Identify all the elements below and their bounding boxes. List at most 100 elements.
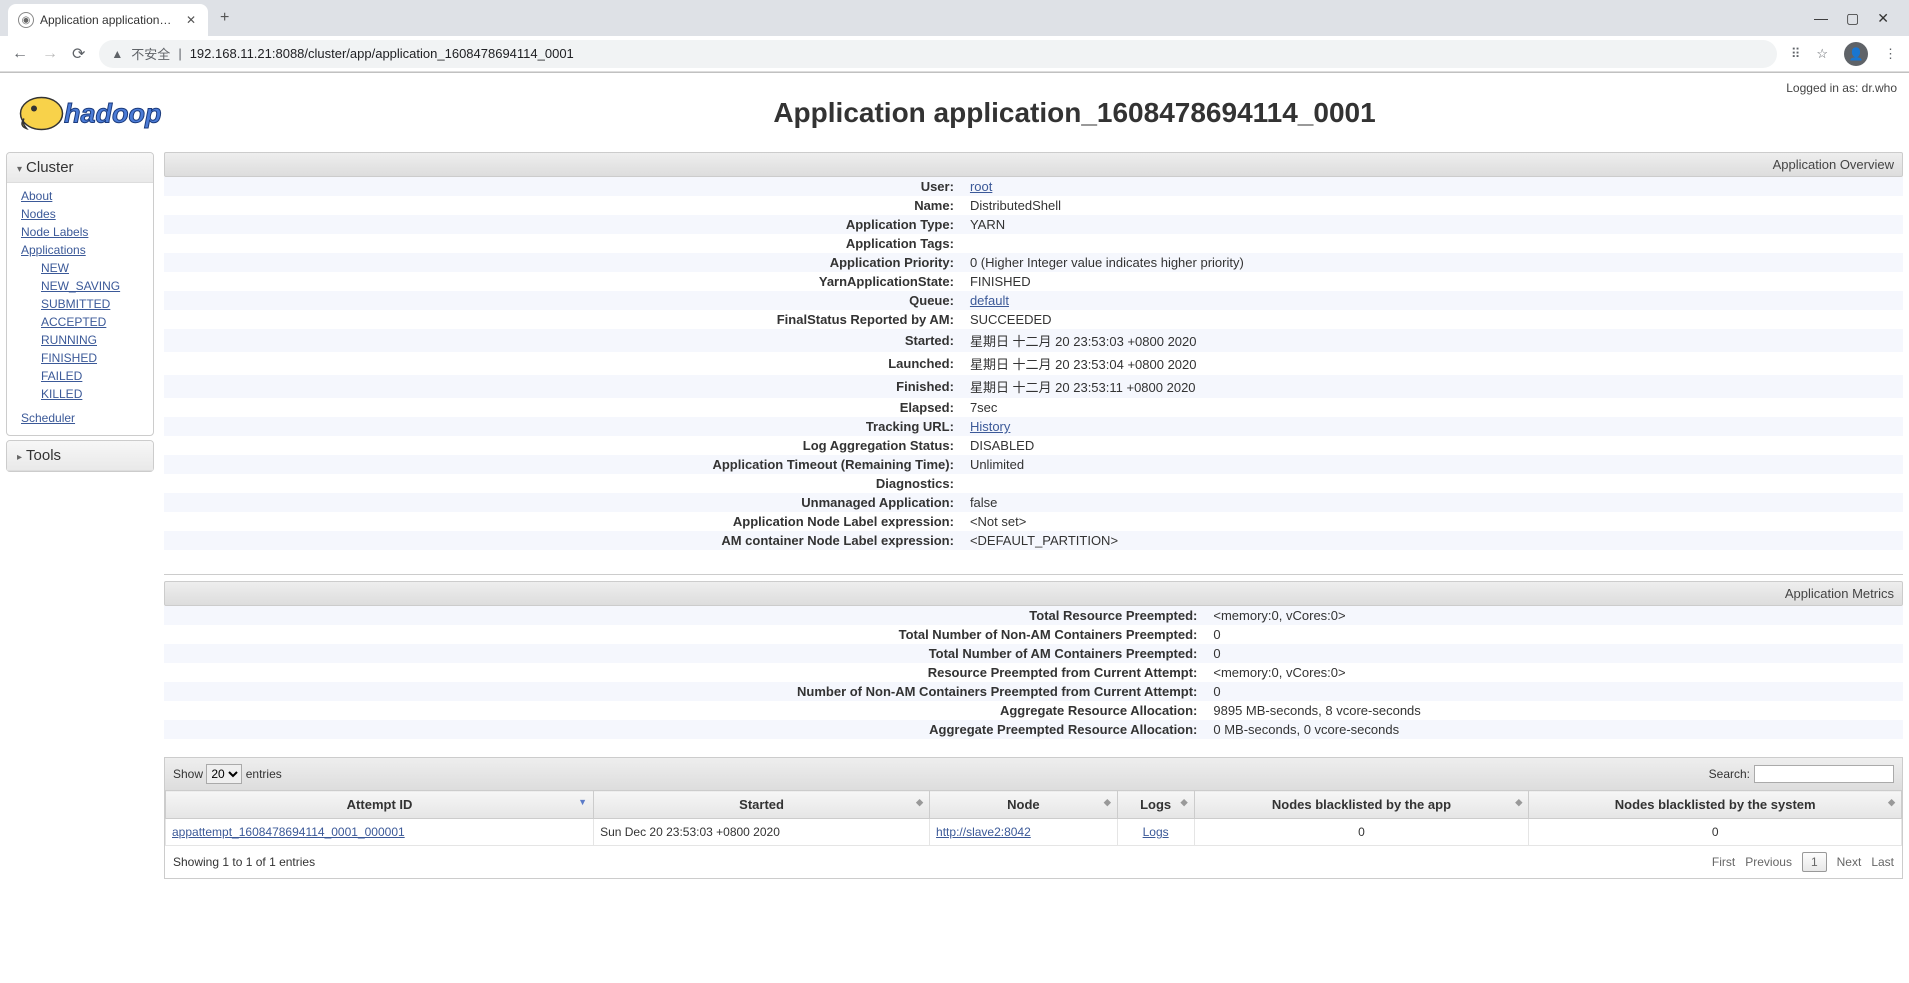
table-controls: Show 20 entries Search: [165,758,1902,790]
kv-value: 0 [1207,644,1903,663]
back-icon[interactable]: ← [12,45,28,63]
kv-value: 0 (Higher Integer value indicates higher… [964,253,1903,272]
kv-value: History [964,417,1903,436]
kv-link[interactable]: root [970,179,992,194]
maximize-icon[interactable]: ▢ [1846,10,1859,27]
sort-icon: ◆ [1104,797,1111,808]
hadoop-logo[interactable]: hadoop [14,83,254,142]
insecure-label: 不安全 [131,44,170,63]
kv-link[interactable]: History [970,419,1010,434]
kv-key: Diagnostics: [164,474,964,493]
kv-key: AM container Node Label expression: [164,531,964,550]
sidebar-tools-head[interactable]: ▸Tools [7,441,153,471]
pager-next[interactable]: Next [1837,855,1862,869]
kv-key: Application Type: [164,215,964,234]
kv-value [964,234,1903,253]
close-tab-icon[interactable]: ✕ [184,13,198,27]
col-node[interactable]: Node◆ [930,791,1118,819]
show-entries-select[interactable]: 20 [206,764,242,784]
kv-value: 0 [1207,682,1903,701]
minimize-icon[interactable]: — [1814,10,1828,27]
caret-right-icon: ▸ [17,452,22,463]
col-bl-sys[interactable]: Nodes blacklisted by the system◆ [1529,791,1902,819]
sidebar-link-running[interactable]: RUNNING [41,331,143,349]
kv-key: Total Resource Preempted: [164,606,1207,625]
window-controls: — ▢ ✕ [1814,10,1901,27]
translate-icon[interactable]: ⠿ [1791,46,1801,62]
kv-value: <memory:0, vCores:0> [1207,663,1903,682]
svg-text:hadoop: hadoop [64,99,161,129]
kv-value: FINISHED [964,272,1903,291]
pager-current[interactable]: 1 [1802,852,1827,872]
sidebar-link-node-labels[interactable]: Node Labels [21,223,143,241]
col-attempt-id[interactable]: Attempt ID▼ [166,791,594,819]
table-cell: Sun Dec 20 23:53:03 +0800 2020 [594,819,930,846]
sidebar-link-new-saving[interactable]: NEW_SAVING [41,277,143,295]
kv-key: Number of Non-AM Containers Preempted fr… [164,682,1207,701]
kv-value: 星期日 十二月 20 23:53:11 +0800 2020 [964,375,1903,398]
sidebar: ▾Cluster About Nodes Node Labels Applica… [6,152,154,476]
sidebar-link-new[interactable]: NEW [41,259,143,277]
url-text: 192.168.11.21:8088/cluster/app/applicati… [190,46,574,61]
sidebar-link-submitted[interactable]: SUBMITTED [41,295,143,313]
address-bar[interactable]: ▲ 不安全 | 192.168.11.21:8088/cluster/app/a… [99,40,1776,68]
new-tab-button[interactable]: + [212,5,237,31]
kv-value: DistributedShell [964,196,1903,215]
kv-key: Queue: [164,291,964,310]
cell-link[interactable]: Logs [1143,825,1169,839]
kv-value: 星期日 十二月 20 23:53:03 +0800 2020 [964,329,1903,352]
star-icon[interactable]: ☆ [1816,46,1828,62]
kv-key: Tracking URL: [164,417,964,436]
reload-icon[interactable]: ⟳ [72,44,85,64]
table-cell: appattempt_1608478694114_0001_000001 [166,819,594,846]
table-info: Showing 1 to 1 of 1 entries [173,855,315,869]
search-label: Search: [1709,767,1750,781]
pager-last[interactable]: Last [1871,855,1894,869]
overview-table: User:rootName:DistributedShellApplicatio… [164,177,1903,550]
sort-icon: ◆ [1181,797,1188,808]
kv-key: Application Tags: [164,234,964,253]
browser-tab[interactable]: ◉ Application application_1608… ✕ [8,4,208,36]
profile-icon[interactable]: 👤 [1844,42,1868,66]
overview-head: Application Overview [164,152,1903,177]
kv-link[interactable]: default [970,293,1009,308]
sidebar-link-accepted[interactable]: ACCEPTED [41,313,143,331]
table-cell: http://slave2:8042 [930,819,1118,846]
kv-key: Launched: [164,352,964,375]
menu-icon[interactable]: ⋮ [1884,46,1897,62]
kv-value: 0 MB-seconds, 0 vcore-seconds [1207,720,1903,739]
kv-key: Application Timeout (Remaining Time): [164,455,964,474]
sidebar-link-failed[interactable]: FAILED [41,367,143,385]
kv-value: YARN [964,215,1903,234]
kv-key: Application Priority: [164,253,964,272]
sidebar-link-scheduler[interactable]: Scheduler [21,409,143,427]
sidebar-link-finished[interactable]: FINISHED [41,349,143,367]
pager-prev[interactable]: Previous [1745,855,1792,869]
kv-key: Aggregate Resource Allocation: [164,701,1207,720]
kv-value: 7sec [964,398,1903,417]
caret-down-icon: ▾ [17,164,22,175]
kv-key: Elapsed: [164,398,964,417]
sidebar-link-killed[interactable]: KILLED [41,385,143,403]
search-input[interactable] [1754,765,1894,783]
close-window-icon[interactable]: ✕ [1877,10,1889,27]
sidebar-link-applications[interactable]: Applications [21,241,143,259]
forward-icon[interactable]: → [42,45,58,63]
sidebar-link-about[interactable]: About [21,187,143,205]
col-bl-app[interactable]: Nodes blacklisted by the app◆ [1194,791,1529,819]
kv-value: <DEFAULT_PARTITION> [964,531,1903,550]
cell-link[interactable]: http://slave2:8042 [936,825,1031,839]
sidebar-cluster-head[interactable]: ▾Cluster [7,153,153,183]
tab-title: Application application_1608… [40,13,178,27]
col-logs[interactable]: Logs◆ [1117,791,1194,819]
kv-key: Started: [164,329,964,352]
table-footer: Showing 1 to 1 of 1 entries First Previo… [165,846,1902,878]
page-header: Logged in as: dr.who hadoop Application … [0,73,1909,152]
pager: First Previous 1 Next Last [1712,852,1894,872]
sidebar-link-nodes[interactable]: Nodes [21,205,143,223]
separator [164,574,1903,575]
pager-first[interactable]: First [1712,855,1735,869]
kv-value: 9895 MB-seconds, 8 vcore-seconds [1207,701,1903,720]
cell-link[interactable]: appattempt_1608478694114_0001_000001 [172,825,405,839]
col-started[interactable]: Started◆ [594,791,930,819]
